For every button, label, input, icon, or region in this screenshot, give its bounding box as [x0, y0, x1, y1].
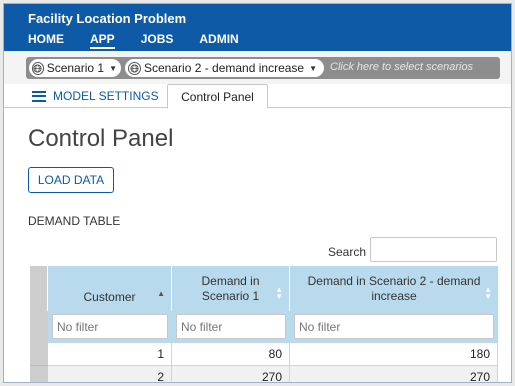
scenario-chip-2[interactable]: Scenario 2 - demand increase ▼ [125, 59, 324, 77]
row-index-filter [30, 311, 48, 343]
scenario-chip-label: Scenario 1 [46, 61, 105, 75]
nav-admin[interactable]: ADMIN [199, 32, 238, 49]
scenario-select-hint[interactable]: Click here to select scenarios [330, 61, 473, 73]
table-row[interactable]: 1 80 180 [30, 343, 498, 366]
tab-control-panel[interactable]: Control Panel [167, 84, 268, 109]
column-header-label: Demand in Scenario 2 - demand [307, 274, 481, 288]
sort-icon[interactable]: ▼ [484, 293, 492, 301]
filter-cell: No filter [48, 311, 172, 343]
scenario-chip-1[interactable]: Scenario 1 ▼ [29, 59, 121, 77]
column-header-label: Demand in [201, 274, 260, 288]
column-header-label: Customer [83, 290, 136, 304]
tab-model-settings-label: MODEL SETTINGS [53, 89, 159, 103]
cell-demand-s1[interactable]: 80 [172, 343, 290, 366]
sort-icon[interactable]: ▼ [275, 293, 283, 301]
menu-icon [32, 90, 46, 102]
sort-asc-icon[interactable]: ▲ [157, 290, 165, 298]
filter-cell: No filter [172, 311, 290, 343]
column-header-demand-s2[interactable]: Demand in Scenario 2 - demand increase ▲… [290, 266, 498, 311]
page-title: Control Panel [28, 125, 174, 152]
row-index-header [30, 266, 48, 311]
app-window: Facility Location Problem HOME APP JOBS … [3, 3, 512, 383]
tab-model-settings[interactable]: MODEL SETTINGS [32, 84, 159, 108]
table-header-row: Customer ▲ Demand in Scenario 1 ▲ ▼ Dema… [30, 266, 498, 311]
scenario-chip-label: Scenario 2 - demand increase [144, 61, 305, 75]
scenario-bar: Scenario 1 ▼ Scenario 2 - demand increas… [4, 51, 511, 84]
cell-customer[interactable]: 2 [48, 366, 172, 382]
tab-bar: MODEL SETTINGS Control Panel [4, 84, 511, 109]
cell-demand-s2[interactable]: 180 [290, 343, 498, 366]
scenario-selector[interactable]: Scenario 1 ▼ Scenario 2 - demand increas… [26, 57, 500, 79]
cell-demand-s1[interactable]: 270 [172, 366, 290, 382]
row-index[interactable] [30, 366, 48, 382]
section-title: DEMAND TABLE [28, 214, 121, 228]
filter-input-demand-s2[interactable]: No filter [294, 314, 494, 339]
filter-row: No filter No filter No filter [30, 311, 498, 343]
nav-jobs[interactable]: JOBS [141, 32, 174, 49]
app-title: Facility Location Problem [28, 11, 187, 26]
nav-app[interactable]: APP [90, 32, 115, 49]
top-navbar: Facility Location Problem HOME APP JOBS … [4, 4, 511, 51]
load-data-button[interactable]: LOAD DATA [28, 167, 114, 193]
cell-demand-s2[interactable]: 270 [290, 366, 498, 382]
column-header-customer[interactable]: Customer ▲ [48, 266, 172, 311]
row-index[interactable] [30, 343, 48, 366]
search-input[interactable] [370, 237, 497, 262]
chevron-down-icon[interactable]: ▼ [109, 64, 117, 73]
filter-input-customer[interactable]: No filter [52, 314, 168, 339]
column-header-demand-s1[interactable]: Demand in Scenario 1 ▲ ▼ [172, 266, 290, 311]
filter-cell: No filter [290, 311, 498, 343]
filter-input-demand-s1[interactable]: No filter [176, 314, 286, 339]
globe-icon [128, 61, 141, 75]
table-row[interactable]: 2 270 270 [30, 366, 498, 382]
nav-home[interactable]: HOME [28, 32, 64, 49]
column-header-label: Scenario 1 [201, 289, 260, 303]
column-header-label: increase [371, 289, 417, 303]
search-label: Search [328, 245, 367, 259]
globe-icon [32, 61, 44, 75]
cell-customer[interactable]: 1 [48, 343, 172, 366]
main-nav: HOME APP JOBS ADMIN [28, 32, 265, 49]
chevron-down-icon[interactable]: ▼ [309, 64, 317, 73]
